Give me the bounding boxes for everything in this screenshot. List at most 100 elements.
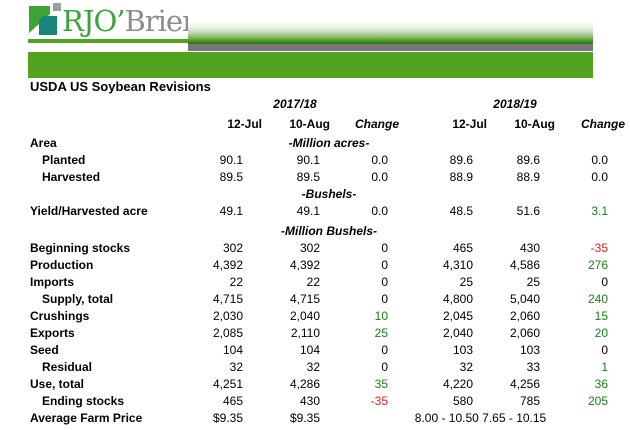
col-header-jul-2018: 12-Jul <box>402 116 490 133</box>
row-label: Harvested <box>30 169 188 186</box>
value-cell: 2,110 <box>265 325 333 342</box>
table-row: Residual3232032331 <box>30 359 628 376</box>
row-label: Supply, total <box>30 291 188 308</box>
table-row: Supply, total4,7154,71504,8005,040240 <box>30 291 628 308</box>
soybean-revisions-table: 2017/18 2018/19 12-Jul 10-Aug Change 12-… <box>30 96 628 427</box>
row-label: Crushings <box>30 308 188 325</box>
page: RJO’Brien USDA US Soybean Revisions 2017… <box>0 0 630 430</box>
value-cell: 88.9 <box>490 169 558 186</box>
value-cell: 89.6 <box>402 152 490 169</box>
value-cell: 205 <box>558 393 628 410</box>
table-row: Average Farm Price$9.35$9.358.00 - 10.50… <box>30 410 628 427</box>
spacer-cell <box>30 96 188 113</box>
value-cell: 49.1 <box>265 203 333 220</box>
value-cell: 22 <box>188 274 265 291</box>
value-cell: 32 <box>265 359 333 376</box>
table-row: Use, total4,2514,286354,2204,25636 <box>30 376 628 393</box>
row-label: Exports <box>30 325 188 342</box>
value-cell: 0.0 <box>333 169 402 186</box>
col-header-jul-2017: 12-Jul <box>188 116 265 133</box>
table-row: Planted90.190.10.089.689.60.0 <box>30 152 628 169</box>
value-cell: 3.1 <box>558 203 628 220</box>
value-cell: 2,040 <box>265 308 333 325</box>
value-cell: 4,715 <box>265 291 333 308</box>
value-cell: 0 <box>333 240 402 257</box>
table-row: Beginning stocks3023020465430-35 <box>30 240 628 257</box>
value-cell: 0 <box>558 342 628 359</box>
value-cell: 580 <box>402 393 490 410</box>
value-cell: 430 <box>265 393 333 410</box>
value-cell: 15 <box>558 308 628 325</box>
value-cell: 103 <box>402 342 490 359</box>
row-label: Ending stocks <box>30 393 188 410</box>
value-cell: 4,392 <box>188 257 265 274</box>
value-cell: 0.0 <box>333 203 402 220</box>
header-gray-bar <box>188 44 593 51</box>
row-label: Yield/Harvested acre <box>30 203 188 220</box>
value-cell: 0 <box>333 342 402 359</box>
table-row: -Bushels- <box>30 186 628 203</box>
table-row: -Million Bushels- <box>30 223 628 240</box>
value-cell: 0 <box>558 274 628 291</box>
row-label: Area <box>30 135 188 152</box>
row-label: Seed <box>30 342 188 359</box>
value-cell: 465 <box>188 393 265 410</box>
value-cell: 22 <box>265 274 333 291</box>
value-cell: 302 <box>265 240 333 257</box>
table-row: Seed10410401031030 <box>30 342 628 359</box>
value-cell: 4,715 <box>188 291 265 308</box>
value-cell: 88.9 <box>402 169 490 186</box>
table-row: Ending stocks465430-35580785205 <box>30 393 628 410</box>
year-group-2017-18: 2017/18 <box>188 96 402 113</box>
value-cell: 4,392 <box>265 257 333 274</box>
header-green-bar <box>28 52 593 78</box>
row-label: Imports <box>30 274 188 291</box>
col-header-change-2018: Change <box>558 116 628 133</box>
logo-wordmark: RJO’Brien <box>62 3 200 39</box>
value-cell: 5,040 <box>490 291 558 308</box>
value-cell: -35 <box>333 393 402 410</box>
value-cell: 0.0 <box>558 152 628 169</box>
table-row: Exports2,0852,110252,0402,06020 <box>30 325 628 342</box>
row-label: Production <box>30 257 188 274</box>
row-label: Beginning stocks <box>30 240 188 257</box>
value-cell: 2,045 <box>402 308 490 325</box>
price-range-aug: 7.65 - 10.15 <box>482 411 546 425</box>
col-header-aug-2018: 10-Aug <box>490 116 558 133</box>
value-cell: 0 <box>333 257 402 274</box>
value-cell: 1 <box>558 359 628 376</box>
value-cell: 4,286 <box>265 376 333 393</box>
value-cell: 35 <box>333 376 402 393</box>
value-cell: 4,256 <box>490 376 558 393</box>
value-cell: 103 <box>490 342 558 359</box>
value-cell: 36 <box>558 376 628 393</box>
col-header-change-2017: Change <box>333 116 402 133</box>
value-cell: 20 <box>558 325 628 342</box>
table-row: Production4,3924,39204,3104,586276 <box>30 257 628 274</box>
logo-text-rjo: RJO’ <box>62 4 124 38</box>
unit-label: -Bushels- <box>30 186 628 203</box>
value-cell: 4,800 <box>402 291 490 308</box>
value-cell: 25 <box>402 274 490 291</box>
row-label: Average Farm Price <box>30 410 188 427</box>
row-label: Planted <box>30 152 188 169</box>
table-row: Area-Million acres- <box>30 135 628 152</box>
page-title: USDA US Soybean Revisions <box>30 79 211 94</box>
value-cell: 32 <box>402 359 490 376</box>
value-cell: 2,060 <box>490 308 558 325</box>
value-cell: 240 <box>558 291 628 308</box>
logo-underline <box>28 39 188 43</box>
value-cell: 32 <box>188 359 265 376</box>
value-cell: 25 <box>490 274 558 291</box>
value-cell: 0.0 <box>558 169 628 186</box>
price-range-jul: 8.00 - 10.50 <box>415 411 479 425</box>
value-cell: 90.1 <box>188 152 265 169</box>
year-group-row: 2017/18 2018/19 <box>30 96 628 113</box>
value-cell: 89.5 <box>265 169 333 186</box>
value-cell: 0 <box>333 274 402 291</box>
spacer-cell <box>30 116 188 133</box>
value-cell: 25 <box>333 325 402 342</box>
value-cell: 0 <box>333 359 402 376</box>
value-cell: 0.0 <box>333 152 402 169</box>
value-cell: $9.35 <box>265 410 333 427</box>
